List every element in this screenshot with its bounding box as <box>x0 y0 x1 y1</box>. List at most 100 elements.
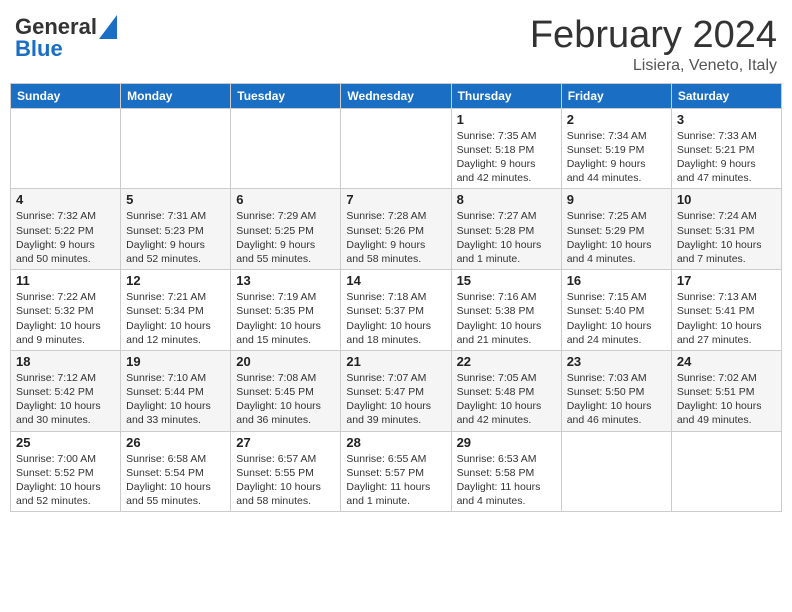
day-cell: 7 Sunrise: 7:28 AMSunset: 5:26 PMDaylight… <box>341 189 451 270</box>
col-header-thursday: Thursday <box>451 83 561 108</box>
day-info: Sunrise: 7:32 AMSunset: 5:22 PMDaylight:… <box>16 209 115 266</box>
day-cell: 25 Sunrise: 7:00 AMSunset: 5:52 PMDayligh… <box>11 431 121 512</box>
day-number: 23 <box>567 354 666 369</box>
day-info: Sunrise: 6:57 AMSunset: 5:55 PMDaylight:… <box>236 452 335 509</box>
day-number: 16 <box>567 273 666 288</box>
day-info: Sunrise: 7:08 AMSunset: 5:45 PMDaylight:… <box>236 371 335 428</box>
day-cell: 3 Sunrise: 7:33 AMSunset: 5:21 PMDaylight… <box>671 108 781 189</box>
day-info: Sunrise: 7:34 AMSunset: 5:19 PMDaylight:… <box>567 129 666 186</box>
day-cell: 20Sunrise: 7:08 AMSunset: 5:45 PMDayligh… <box>231 350 341 431</box>
calendar-table: SundayMondayTuesdayWednesdayThursdayFrid… <box>10 83 782 512</box>
day-cell: 22 Sunrise: 7:05 AMSunset: 5:48 PMDayligh… <box>451 350 561 431</box>
day-cell: 14Sunrise: 7:18 AMSunset: 5:37 PMDayligh… <box>341 270 451 351</box>
day-cell: 12 Sunrise: 7:21 AMSunset: 5:34 PMDayligh… <box>121 270 231 351</box>
title-block: February 2024 Lisiera, Veneto, Italy <box>530 15 777 75</box>
day-info: Sunrise: 7:00 AMSunset: 5:52 PMDaylight:… <box>16 452 115 509</box>
day-number: 7 <box>346 192 445 207</box>
logo: General Blue <box>15 15 117 61</box>
week-row-5: 25 Sunrise: 7:00 AMSunset: 5:52 PMDayligh… <box>11 431 782 512</box>
day-info: Sunrise: 7:22 AMSunset: 5:32 PMDaylight:… <box>16 290 115 347</box>
day-number: 28 <box>346 435 445 450</box>
day-info: Sunrise: 6:55 AMSunset: 5:57 PMDaylight:… <box>346 452 445 509</box>
day-cell: 26 Sunrise: 6:58 AMSunset: 5:54 PMDayligh… <box>121 431 231 512</box>
day-info: Sunrise: 7:02 AMSunset: 5:51 PMDaylight:… <box>677 371 776 428</box>
logo-triangle-icon <box>99 15 117 39</box>
day-info: Sunrise: 7:24 AMSunset: 5:31 PMDaylight:… <box>677 209 776 266</box>
day-info: Sunrise: 6:58 AMSunset: 5:54 PMDaylight:… <box>126 452 225 509</box>
day-number: 10 <box>677 192 776 207</box>
day-info: Sunrise: 7:10 AMSunset: 5:44 PMDaylight:… <box>126 371 225 428</box>
day-cell <box>671 431 781 512</box>
calendar-header-row: SundayMondayTuesdayWednesdayThursdayFrid… <box>11 83 782 108</box>
day-cell: 2 Sunrise: 7:34 AMSunset: 5:19 PMDaylight… <box>561 108 671 189</box>
day-number: 18 <box>16 354 115 369</box>
day-cell: 13Sunrise: 7:19 AMSunset: 5:35 PMDayligh… <box>231 270 341 351</box>
day-info: Sunrise: 7:16 AMSunset: 5:38 PMDaylight:… <box>457 290 556 347</box>
logo-text-blue: Blue <box>15 37 63 61</box>
day-info: Sunrise: 7:28 AMSunset: 5:26 PMDaylight:… <box>346 209 445 266</box>
page-header: General Blue February 2024 Lisiera, Vene… <box>10 10 782 75</box>
day-number: 27 <box>236 435 335 450</box>
day-cell: 10 Sunrise: 7:24 AMSunset: 5:31 PMDayligh… <box>671 189 781 270</box>
day-cell: 4 Sunrise: 7:32 AMSunset: 5:22 PMDaylight… <box>11 189 121 270</box>
day-number: 15 <box>457 273 556 288</box>
day-cell: 27 Sunrise: 6:57 AMSunset: 5:55 PMDayligh… <box>231 431 341 512</box>
month-title: February 2024 <box>530 15 777 57</box>
day-number: 22 <box>457 354 556 369</box>
day-cell <box>341 108 451 189</box>
day-cell <box>11 108 121 189</box>
day-info: Sunrise: 7:03 AMSunset: 5:50 PMDaylight:… <box>567 371 666 428</box>
col-header-saturday: Saturday <box>671 83 781 108</box>
day-cell: 19Sunrise: 7:10 AMSunset: 5:44 PMDayligh… <box>121 350 231 431</box>
day-info: Sunrise: 7:33 AMSunset: 5:21 PMDaylight:… <box>677 129 776 186</box>
day-number: 17 <box>677 273 776 288</box>
day-info: Sunrise: 7:13 AMSunset: 5:41 PMDaylight:… <box>677 290 776 347</box>
day-cell: 17 Sunrise: 7:13 AMSunset: 5:41 PMDayligh… <box>671 270 781 351</box>
day-number: 4 <box>16 192 115 207</box>
col-header-sunday: Sunday <box>11 83 121 108</box>
day-cell <box>231 108 341 189</box>
day-cell: 5Sunrise: 7:31 AMSunset: 5:23 PMDaylight… <box>121 189 231 270</box>
day-number: 14 <box>346 273 445 288</box>
col-header-friday: Friday <box>561 83 671 108</box>
day-info: Sunrise: 7:07 AMSunset: 5:47 PMDaylight:… <box>346 371 445 428</box>
location-subtitle: Lisiera, Veneto, Italy <box>530 57 777 75</box>
day-number: 8 <box>457 192 556 207</box>
day-info: Sunrise: 7:15 AMSunset: 5:40 PMDaylight:… <box>567 290 666 347</box>
day-number: 25 <box>16 435 115 450</box>
col-header-monday: Monday <box>121 83 231 108</box>
day-cell: 8Sunrise: 7:27 AMSunset: 5:28 PMDaylight… <box>451 189 561 270</box>
day-cell: 28 Sunrise: 6:55 AMSunset: 5:57 PMDayligh… <box>341 431 451 512</box>
col-header-wednesday: Wednesday <box>341 83 451 108</box>
week-row-2: 4 Sunrise: 7:32 AMSunset: 5:22 PMDaylight… <box>11 189 782 270</box>
day-number: 29 <box>457 435 556 450</box>
day-info: Sunrise: 7:12 AMSunset: 5:42 PMDaylight:… <box>16 371 115 428</box>
day-number: 12 <box>126 273 225 288</box>
day-cell: 21 Sunrise: 7:07 AMSunset: 5:47 PMDayligh… <box>341 350 451 431</box>
day-number: 6 <box>236 192 335 207</box>
day-cell: 15 Sunrise: 7:16 AMSunset: 5:38 PMDayligh… <box>451 270 561 351</box>
day-info: Sunrise: 7:19 AMSunset: 5:35 PMDaylight:… <box>236 290 335 347</box>
day-number: 2 <box>567 112 666 127</box>
day-info: Sunrise: 7:35 AMSunset: 5:18 PMDaylight:… <box>457 129 556 186</box>
day-info: Sunrise: 7:21 AMSunset: 5:34 PMDaylight:… <box>126 290 225 347</box>
day-number: 21 <box>346 354 445 369</box>
day-number: 1 <box>457 112 556 127</box>
day-number: 11 <box>16 273 115 288</box>
week-row-4: 18 Sunrise: 7:12 AMSunset: 5:42 PMDayligh… <box>11 350 782 431</box>
day-info: Sunrise: 7:25 AMSunset: 5:29 PMDaylight:… <box>567 209 666 266</box>
day-number: 9 <box>567 192 666 207</box>
day-cell: 1 Sunrise: 7:35 AMSunset: 5:18 PMDaylight… <box>451 108 561 189</box>
day-number: 26 <box>126 435 225 450</box>
day-cell: 11 Sunrise: 7:22 AMSunset: 5:32 PMDayligh… <box>11 270 121 351</box>
day-cell <box>561 431 671 512</box>
day-info: Sunrise: 6:53 AMSunset: 5:58 PMDaylight:… <box>457 452 556 509</box>
day-cell: 24 Sunrise: 7:02 AMSunset: 5:51 PMDayligh… <box>671 350 781 431</box>
day-number: 24 <box>677 354 776 369</box>
week-row-1: 1 Sunrise: 7:35 AMSunset: 5:18 PMDaylight… <box>11 108 782 189</box>
day-cell: 9 Sunrise: 7:25 AMSunset: 5:29 PMDaylight… <box>561 189 671 270</box>
day-info: Sunrise: 7:29 AMSunset: 5:25 PMDaylight:… <box>236 209 335 266</box>
day-info: Sunrise: 7:05 AMSunset: 5:48 PMDaylight:… <box>457 371 556 428</box>
day-info: Sunrise: 7:31 AMSunset: 5:23 PMDaylight:… <box>126 209 225 266</box>
day-number: 3 <box>677 112 776 127</box>
